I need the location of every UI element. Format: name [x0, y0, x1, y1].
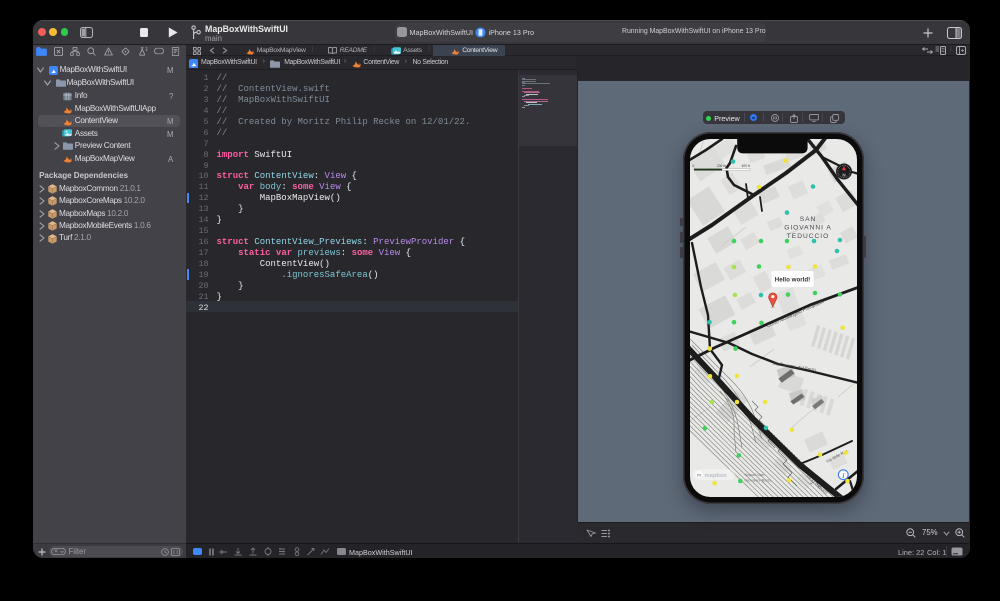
svg-text:m: m	[697, 473, 701, 478]
svg-text:400 ft: 400 ft	[742, 164, 750, 168]
svg-text:GIOVANNI A: GIOVANNI A	[784, 225, 832, 232]
svg-text:Napoli-San.: Napoli-San.	[745, 472, 766, 477]
svg-text:200 m: 200 m	[717, 164, 726, 168]
svg-text:TEDUCCIO: TEDUCCIO	[787, 233, 829, 240]
svg-text:mapbox: mapbox	[705, 473, 728, 479]
svg-text:Giovanni-Barra: Giovanni-Barra	[745, 478, 773, 483]
svg-text:Hello world!: Hello world!	[775, 277, 810, 284]
svg-text:i: i	[842, 472, 844, 480]
svg-text:0: 0	[693, 164, 695, 168]
svg-text:SAN: SAN	[800, 216, 817, 223]
